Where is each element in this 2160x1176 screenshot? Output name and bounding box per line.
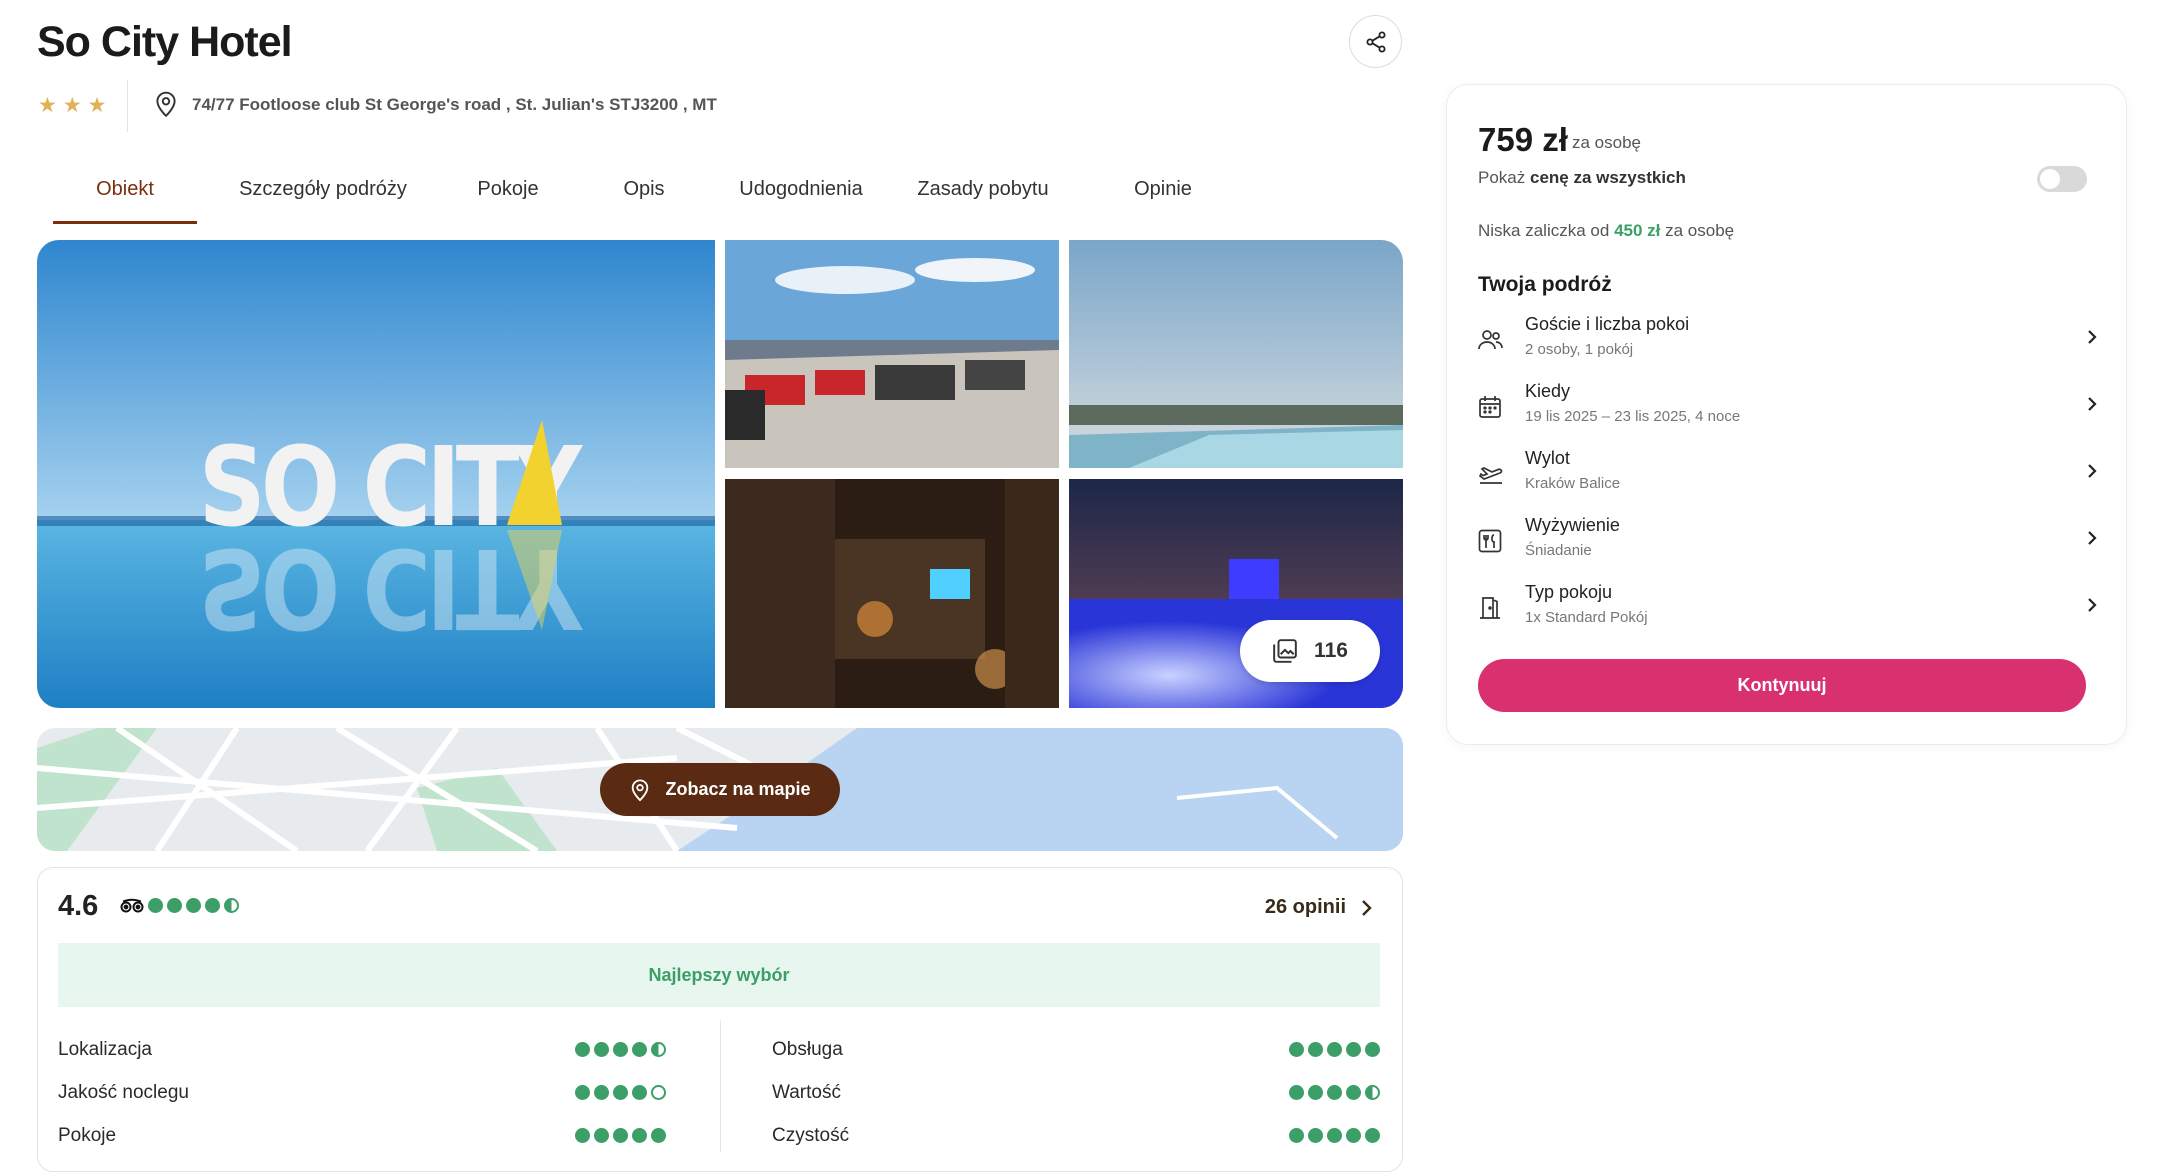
show-on-map-label: Zobacz na mapie	[665, 779, 811, 799]
star-icon: ★	[87, 94, 107, 117]
tab-obiekt[interactable]: Obiekt	[53, 160, 197, 224]
trip-row-room-type[interactable]: Typ pokoju 1x Standard Pokój	[1478, 582, 2098, 642]
tab-udogodnienia[interactable]: Udogodnienia	[719, 160, 883, 224]
review-category-dots	[1289, 1128, 1380, 1143]
door-icon	[1480, 597, 1500, 619]
gallery-photo-night-aerial[interactable]	[725, 479, 1059, 708]
review-categories-left: Lokalizacja Jakość noclegu Pokoje	[58, 1028, 666, 1157]
show-total-price-label: Pokaż cenę za wszystkich	[1478, 168, 1686, 187]
trip-row-value: 1x Standard Pokój	[1525, 609, 1648, 626]
show-total-price-toggle[interactable]	[2037, 166, 2087, 192]
plane-departure-icon	[1478, 467, 1503, 484]
trip-row-label: Typ pokoju	[1525, 582, 1613, 602]
guests-icon	[1478, 330, 1503, 350]
tab-szczegoly-podrozy[interactable]: Szczegóły podróży	[199, 160, 447, 224]
tab-pokoje[interactable]: Pokoje	[447, 160, 569, 224]
review-score-dots	[148, 898, 239, 913]
trip-section-title: Twoja podróż	[1478, 273, 1612, 296]
photo-count-button[interactable]: 116	[1240, 620, 1380, 682]
map-pin-icon	[632, 779, 649, 801]
review-category-label: Obsługa	[772, 1038, 843, 1060]
show-on-map-button[interactable]: Zobacz na mapie	[600, 763, 840, 816]
price-per-person-label: za osobę	[1572, 133, 1641, 152]
review-category-dots	[1289, 1042, 1380, 1057]
opinions-count: 26 opinii	[1264, 896, 1346, 918]
chevron-right-icon	[2088, 397, 2097, 411]
deposit-amount: 450 zł	[1614, 221, 1661, 240]
review-category-label: Pokoje	[58, 1124, 117, 1146]
review-score: 4.6	[58, 890, 99, 922]
gallery-photo-infinity-pool[interactable]	[1069, 240, 1403, 468]
star-rating: ★ ★ ★	[38, 95, 106, 116]
opinions-link[interactable]: 26 opinii	[1265, 896, 1372, 919]
review-category-dots	[575, 1085, 666, 1100]
star-icon: ★	[62, 94, 82, 117]
header-divider	[127, 80, 128, 132]
gallery-icon	[1273, 639, 1297, 663]
hotel-address: 74/77 Footloose club St George's road , …	[192, 95, 717, 114]
star-icon: ★	[38, 94, 57, 117]
trip-row-label: Goście i liczba pokoi	[1525, 314, 1690, 334]
review-category-row: Jakość noclegu	[58, 1071, 666, 1114]
meal-icon	[1478, 529, 1502, 553]
photo-count-label: 116	[1314, 639, 1348, 662]
tripadvisor-icon	[120, 898, 144, 913]
gallery-main-photo[interactable]: SO CITY SO CITY	[37, 240, 715, 708]
trip-row-label: Wylot	[1525, 448, 1570, 468]
trip-row-meals[interactable]: Wyżywienie Śniadanie	[1478, 515, 2098, 575]
review-category-row: Lokalizacja	[58, 1028, 666, 1071]
review-column-divider	[720, 1020, 721, 1152]
trip-row-value: Kraków Balice	[1525, 475, 1621, 492]
review-category-label: Jakość noclegu	[58, 1081, 189, 1103]
review-category-dots	[575, 1128, 666, 1143]
continue-button[interactable]: Kontynuuj	[1478, 659, 2086, 712]
review-category-label: Czystość	[772, 1124, 850, 1146]
trip-row-value: 19 lis 2025 – 23 lis 2025, 4 noce	[1525, 408, 1741, 425]
review-category-dots	[575, 1042, 666, 1057]
calendar-icon	[1479, 396, 1501, 418]
review-categories-right: Obsługa Wartość Czystość	[772, 1028, 1380, 1157]
trip-row-dates[interactable]: Kiedy 19 lis 2025 – 23 lis 2025, 4 noce	[1478, 381, 2098, 441]
best-choice-badge: Najlepszy wybór	[58, 943, 1380, 1007]
trip-row-guests[interactable]: Goście i liczba pokoi 2 osoby, 1 pokój	[1478, 314, 2098, 374]
price: 759 zł	[1478, 121, 1568, 158]
tab-opinie[interactable]: Opinie	[1083, 160, 1243, 224]
chevron-right-icon	[2088, 531, 2097, 545]
chevron-right-icon	[2088, 464, 2097, 478]
gallery-photo-rooftop-terrace[interactable]	[725, 240, 1059, 468]
share-icon	[1366, 31, 1385, 52]
trip-row-value: Śniadanie	[1525, 542, 1592, 559]
review-category-dots	[1289, 1085, 1380, 1100]
review-category-row: Wartość	[772, 1071, 1380, 1114]
review-category-row: Pokoje	[58, 1114, 666, 1157]
chevron-right-icon	[2088, 598, 2097, 612]
review-category-row: Czystość	[772, 1114, 1380, 1157]
map-pin-icon	[156, 91, 176, 118]
booking-panel: 759 zł za osobę Pokaż cenę za wszystkich…	[1446, 84, 2127, 745]
chevron-right-icon	[1362, 899, 1372, 916]
share-button[interactable]	[1349, 15, 1402, 68]
reviews-card: 4.6 26 opinii Najlepszy wybór Lokalizacj…	[37, 867, 1403, 1172]
review-category-label: Lokalizacja	[58, 1038, 152, 1060]
tab-zasady-pobytu[interactable]: Zasady pobytu	[883, 160, 1083, 224]
review-category-row: Obsługa	[772, 1028, 1380, 1071]
trip-row-departure[interactable]: Wylot Kraków Balice	[1478, 448, 2098, 508]
review-category-label: Wartość	[772, 1081, 841, 1103]
deposit-info: Niska zaliczka od 450 zł za osobę	[1478, 221, 1735, 240]
trip-row-label: Wyżywienie	[1525, 515, 1620, 535]
trip-row-label: Kiedy	[1525, 381, 1571, 401]
chevron-right-icon	[2088, 330, 2097, 344]
hotel-title: So City Hotel	[37, 18, 293, 66]
section-tabs: Obiekt Szczegóły podróży Pokoje Opis Udo…	[53, 160, 1243, 224]
trip-row-value: 2 osoby, 1 pokój	[1525, 341, 1634, 358]
tab-opis[interactable]: Opis	[569, 160, 719, 224]
